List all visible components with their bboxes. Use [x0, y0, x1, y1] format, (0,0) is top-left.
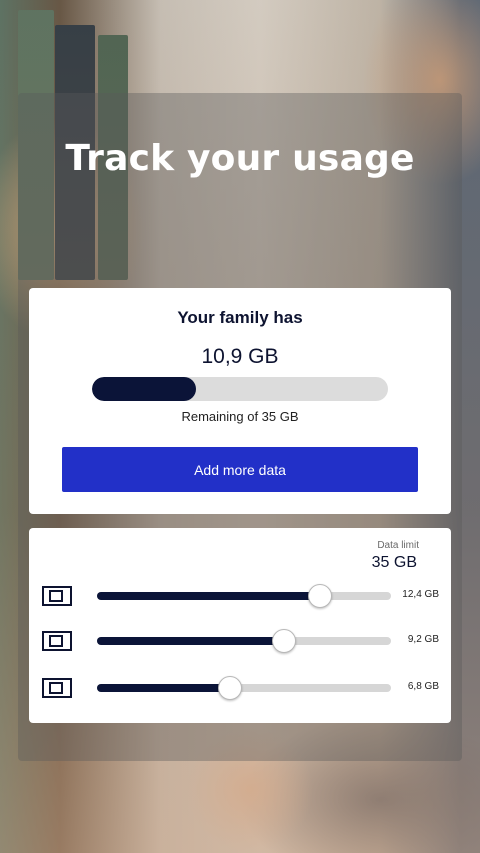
remaining-text: Remaining of 35 GB [181, 409, 299, 424]
sim-slider-fill [97, 592, 319, 600]
add-more-data-button[interactable]: Add more data [62, 447, 418, 492]
sim-data-value: 6,8 GB [407, 681, 439, 692]
page-title: Track your usage [65, 138, 415, 179]
sim-data-slider[interactable] [97, 676, 391, 700]
sim-row: 6,8 GB [29, 672, 451, 702]
sim-slider-handle[interactable] [218, 676, 243, 700]
sim-row: 9,2 GB [29, 625, 451, 655]
family-heading: Your family has [177, 308, 303, 327]
sim-data-value: 9,2 GB [407, 634, 439, 645]
family-usage-bar [92, 377, 388, 401]
family-remaining-amount: 10,9 GB [201, 345, 279, 368]
sim-slider-handle[interactable] [307, 584, 332, 608]
sim-data-slider[interactable] [97, 584, 391, 608]
data-limit-label: Data limit [377, 540, 419, 551]
sim-card-icon [42, 631, 72, 651]
sim-slider-fill [97, 637, 284, 645]
sim-card-icon [42, 586, 72, 606]
sim-row: 12,4 GB [29, 580, 451, 610]
sim-data-slider[interactable] [97, 629, 391, 653]
family-data-card: Your family has 10,9 GB Remaining of 35 … [29, 288, 451, 514]
sim-card-icon [42, 678, 72, 698]
data-limit-total: 35 GB [371, 554, 417, 571]
sim-slider-fill [97, 684, 230, 692]
data-limits-card: Data limit 35 GB 12,4 GB 9,2 GB 6,8 GB [29, 528, 451, 723]
sim-slider-handle[interactable] [272, 629, 297, 653]
family-usage-bar-fill [92, 377, 196, 401]
sim-data-value: 12,4 GB [402, 589, 439, 600]
